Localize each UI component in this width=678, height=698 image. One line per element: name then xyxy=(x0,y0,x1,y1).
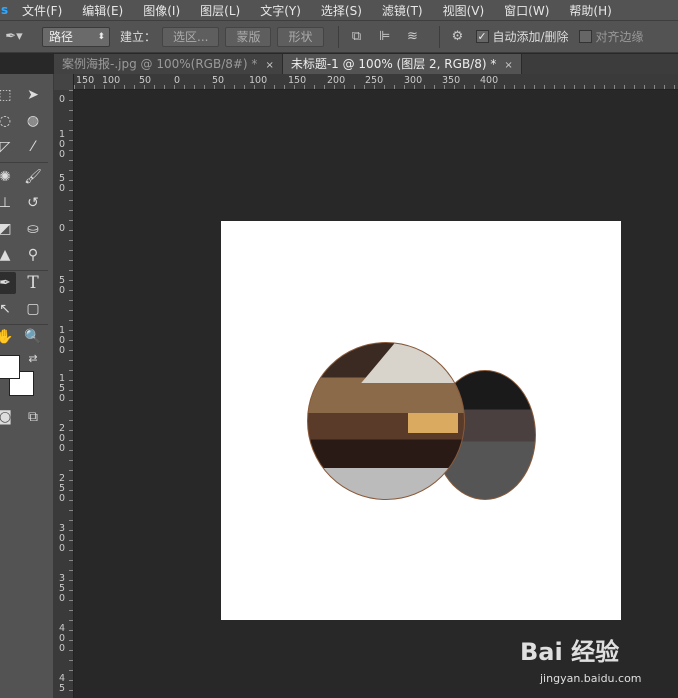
menu-view[interactable]: 视图(V) xyxy=(443,2,485,19)
menu-layer[interactable]: 图层(L) xyxy=(200,2,240,19)
brush-tool-icon[interactable]: 🖌 xyxy=(22,166,44,188)
dodge-tool-icon[interactable]: ⚲ xyxy=(22,244,44,266)
ruler-label: 250 xyxy=(365,75,384,86)
pen-tool-icon[interactable]: ✒ xyxy=(0,272,16,294)
paint-bucket-tool-icon[interactable]: ⛀ xyxy=(22,218,44,240)
selection-button[interactable]: 选区... xyxy=(162,26,220,47)
auto-add-delete-checkbox[interactable]: ✓ xyxy=(475,30,489,43)
menu-bar: s 文件(F) 编辑(E) 图像(I) 图层(L) 文字(Y) 选择(S) 滤镜… xyxy=(0,0,678,20)
menu-file[interactable]: 文件(F) xyxy=(22,2,62,19)
history-brush-tool-icon[interactable]: ↺ xyxy=(22,192,44,214)
divider xyxy=(0,324,48,325)
document-canvas[interactable] xyxy=(221,221,621,620)
ruler-label: 200 xyxy=(327,75,346,86)
menu-select[interactable]: 选择(S) xyxy=(321,2,362,19)
close-icon[interactable]: × xyxy=(265,60,273,71)
ruler-label: 0 xyxy=(58,94,66,105)
hand-tool-icon[interactable]: ✋ xyxy=(0,326,16,348)
rectangle-tool-icon[interactable]: ▢ xyxy=(22,298,44,320)
document-tabs: 案例海报-.jpg @ 100%(RGB/8#) * × 未标题-1 @ 100%… xyxy=(54,54,678,74)
options-bar: ✒▾ 路径 建立： 选区... 蒙版 形状 ⧉ ⊫ ≋ ⚙ ✓ 自动添加/删除 … xyxy=(0,20,678,53)
crop-tool-icon[interactable]: ◸ xyxy=(0,136,16,158)
pen-tool-preset-icon[interactable]: ✒▾ xyxy=(4,27,24,47)
ruler-label: 200 xyxy=(58,423,66,454)
quick-selection-tool-icon[interactable]: ◍ xyxy=(22,110,44,132)
ruler-label: 150 xyxy=(76,75,95,86)
mode-select[interactable]: 路径 xyxy=(42,26,110,47)
align-edges-checkbox[interactable] xyxy=(578,30,592,43)
ruler-label: 0 xyxy=(174,75,181,86)
ruler-label: 350 xyxy=(58,573,66,604)
path-alignment-icon[interactable]: ⊫ xyxy=(375,27,395,47)
screen-mode-icon[interactable]: ⧉ xyxy=(22,406,44,428)
ruler-label: 100 xyxy=(249,75,268,86)
menu-filter[interactable]: 滤镜(T) xyxy=(382,2,423,19)
ruler-label: 45 xyxy=(58,673,66,694)
close-icon[interactable]: × xyxy=(504,60,512,71)
vertical-ruler[interactable]: 0 100 50 0 50 100 150 200 250 300 350 40… xyxy=(54,90,74,698)
ruler-label: 250 xyxy=(58,473,66,504)
ruler-label: 0 xyxy=(58,223,66,234)
menu-type[interactable]: 文字(Y) xyxy=(260,2,301,19)
ruler-label: 100 xyxy=(102,75,121,86)
tab-untitled[interactable]: 未标题-1 @ 100% (图层 2, RGB/8) * × xyxy=(282,54,522,74)
gear-icon[interactable]: ⚙ xyxy=(448,27,468,47)
tab-poster[interactable]: 案例海报-.jpg @ 100%(RGB/8#) * × xyxy=(54,54,283,74)
move-tool-icon[interactable]: ➤ xyxy=(22,84,44,106)
menu-help[interactable]: 帮助(H) xyxy=(569,2,611,19)
watermark-logo: Bai 经验 xyxy=(520,638,620,666)
ruler-label: 400 xyxy=(58,623,66,654)
lasso-tool-icon[interactable]: ◌ xyxy=(0,110,16,132)
blur-tool-icon[interactable]: ▲ xyxy=(0,244,16,266)
clone-stamp-tool-icon[interactable]: ⊥ xyxy=(0,192,16,214)
ruler-label: 150 xyxy=(288,75,307,86)
divider xyxy=(337,25,339,48)
menu-image[interactable]: 图像(I) xyxy=(143,2,180,19)
auto-add-delete-label: 自动添加/删除 xyxy=(492,30,569,44)
menu-edit[interactable]: 编辑(E) xyxy=(82,2,123,19)
path-operations-icon[interactable]: ⧉ xyxy=(347,27,367,47)
healing-brush-tool-icon[interactable]: ✺ xyxy=(0,166,16,188)
ruler-label: 300 xyxy=(58,523,66,554)
ruler-label: 150 xyxy=(58,373,66,404)
marquee-tool-icon[interactable]: ⬚ xyxy=(0,84,16,106)
ruler-label: 350 xyxy=(442,75,461,86)
shape-button[interactable]: 形状 xyxy=(277,26,324,47)
foreground-color-swatch[interactable] xyxy=(0,355,20,379)
quick-mask-icon[interactable]: ◙ xyxy=(0,406,16,428)
watermark-url: jingyan.baidu.com xyxy=(540,672,642,685)
tools-panel: ⬚ ➤ ◌ ◍ ◸ ⁄ ✺ 🖌 ⊥ ↺ ◩ ⛀ ▲ ⚲ ✒ T ↖ ▢ ✋ 🔍 … xyxy=(0,74,54,698)
align-edges-label: 对齐边缘 xyxy=(595,30,644,44)
ruler-label: 400 xyxy=(480,75,499,86)
make-label: 建立： xyxy=(120,30,157,44)
divider xyxy=(0,162,48,163)
ruler-label: 300 xyxy=(404,75,423,86)
ruler-label: 100 xyxy=(58,129,66,160)
tab-label: 未标题-1 @ 100% (图层 2, RGB/8) * xyxy=(290,57,497,71)
ruler-label: 100 xyxy=(58,325,66,356)
swap-colors-icon[interactable]: ⇄ xyxy=(22,348,44,370)
path-selection-tool-icon[interactable]: ↖ xyxy=(0,298,16,320)
eyedropper-tool-icon[interactable]: ⁄ xyxy=(22,136,44,158)
eraser-tool-icon[interactable]: ◩ xyxy=(0,218,16,240)
tab-label: 案例海报-.jpg @ 100%(RGB/8#) * xyxy=(62,57,258,71)
app-logo: s xyxy=(1,3,9,17)
type-tool-icon[interactable]: T xyxy=(22,272,44,294)
horizontal-ruler[interactable]: 150 100 50 0 50 100 150 200 250 300 350 … xyxy=(74,74,678,90)
ruler-origin[interactable] xyxy=(54,74,74,90)
baidu-watermark: Bai 经验 jingyan.baidu.com xyxy=(520,622,670,694)
path-arrangement-icon[interactable]: ≋ xyxy=(403,27,423,47)
ruler-label: 50 xyxy=(58,275,66,296)
circle-photo-restaurant xyxy=(307,342,465,500)
divider xyxy=(0,270,48,271)
mask-button[interactable]: 蒙版 xyxy=(225,26,272,47)
menu-window[interactable]: 窗口(W) xyxy=(504,2,549,19)
zoom-tool-icon[interactable]: 🔍 xyxy=(22,326,44,348)
ruler-label: 50 xyxy=(58,173,66,194)
ruler-label: 50 xyxy=(212,75,225,86)
divider xyxy=(438,25,440,48)
ruler-label: 50 xyxy=(139,75,152,86)
